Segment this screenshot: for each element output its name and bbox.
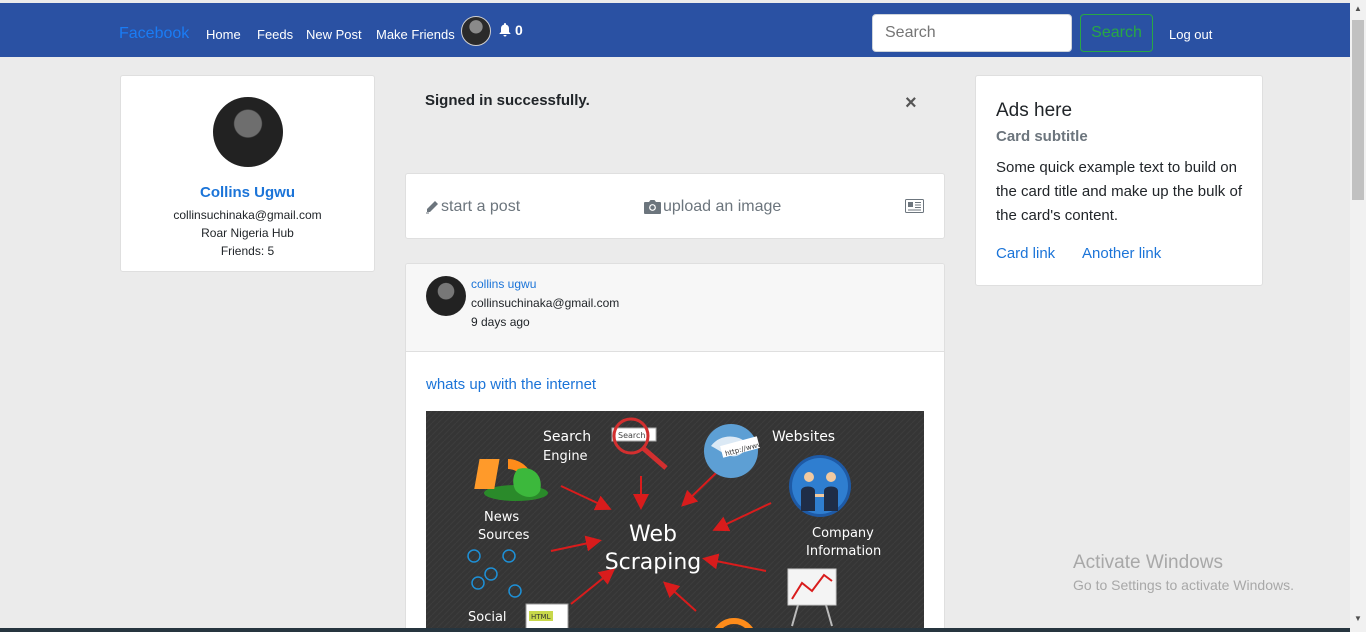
- image-label-company: Company: [812, 526, 874, 541]
- image-label-information: Information: [806, 544, 881, 559]
- post-header: collins ugwu collinsuchinaka@gmail.com 9…: [406, 264, 944, 352]
- post-title-link[interactable]: whats up with the internet: [426, 376, 596, 393]
- bell-icon: [499, 23, 511, 37]
- search-button[interactable]: Search: [1080, 14, 1153, 52]
- top-navbar: Facebook Home Feeds New Post Make Friend…: [0, 3, 1350, 57]
- ad-card: Ads here Card subtitle Some quick exampl…: [975, 75, 1263, 286]
- os-taskbar: [0, 628, 1350, 632]
- image-label-websites: Websites: [772, 429, 835, 445]
- profile-card: Collins Ugwu collinsuchinaka@gmail.com R…: [120, 75, 375, 272]
- page-scrollbar[interactable]: ▲ ▼: [1350, 0, 1366, 632]
- windows-activation-title: Activate Windows: [1073, 552, 1223, 573]
- post-composer: start a post upload an image: [405, 173, 945, 239]
- ad-card-link[interactable]: Card link: [996, 245, 1055, 262]
- image-label-scraping: Scraping: [605, 550, 702, 575]
- profile-friends-count: Friends: 5: [220, 244, 275, 258]
- ad-text: Some quick example text to build on the …: [996, 159, 1242, 224]
- nav-new-post-link[interactable]: New Post: [306, 27, 362, 42]
- newspaper-icon: [905, 199, 924, 213]
- upload-image-label: upload an image: [663, 198, 782, 215]
- profile-organization: Roar Nigeria Hub: [201, 226, 294, 240]
- start-post-button[interactable]: start a post: [425, 198, 520, 216]
- post-author-email: collinsuchinaka@gmail.com: [471, 296, 620, 310]
- image-label-news: News: [484, 510, 519, 525]
- flash-alert-message: Signed in successfully.: [425, 92, 590, 109]
- nav-feeds-link[interactable]: Feeds: [257, 27, 293, 42]
- windows-activation-subtitle: Go to Settings to activate Windows.: [1073, 577, 1294, 593]
- pencil-icon: [426, 201, 438, 214]
- alert-close-button[interactable]: ×: [905, 92, 917, 115]
- profile-name[interactable]: Collins Ugwu: [121, 184, 374, 201]
- image-label-search: Search: [543, 429, 591, 445]
- post-image: Web Scraping Search Engine Search http:/…: [426, 411, 924, 632]
- post-author-avatar[interactable]: [426, 276, 466, 316]
- post-timestamp: 9 days ago: [471, 315, 530, 329]
- nav-make-friends-link[interactable]: Make Friends: [376, 27, 455, 42]
- image-label-web: Web: [629, 522, 677, 547]
- user-avatar[interactable]: [461, 16, 491, 46]
- post-author-link[interactable]: collins ugwu: [471, 277, 536, 291]
- upload-image-button[interactable]: upload an image: [644, 198, 781, 216]
- article-button[interactable]: [905, 199, 924, 213]
- brand-link[interactable]: Facebook: [119, 25, 189, 43]
- scroll-up-arrow-icon[interactable]: ▲: [1354, 4, 1362, 13]
- profile-avatar: [213, 97, 283, 167]
- ad-subtitle: Card subtitle: [996, 128, 1088, 145]
- start-post-label: start a post: [441, 198, 521, 215]
- image-html-label: HTML: [531, 613, 551, 621]
- ad-another-link[interactable]: Another link: [1082, 245, 1161, 262]
- logout-link[interactable]: Log out: [1169, 27, 1212, 42]
- scrollbar-thumb[interactable]: [1352, 20, 1364, 200]
- scroll-down-arrow-icon[interactable]: ▼: [1354, 614, 1362, 623]
- notifications-button[interactable]: 0: [499, 22, 523, 38]
- image-search-box-label: Search: [618, 431, 645, 440]
- image-label-engine: Engine: [543, 449, 588, 464]
- post-card: collins ugwu collinsuchinaka@gmail.com 9…: [405, 263, 945, 632]
- profile-email: collinsuchinaka@gmail.com: [173, 208, 322, 222]
- image-label-sources: Sources: [478, 528, 530, 543]
- image-label-social: Social: [468, 610, 507, 625]
- notification-count: 0: [515, 22, 523, 38]
- search-input[interactable]: [872, 14, 1072, 52]
- camera-icon: [644, 200, 661, 214]
- ad-title: Ads here: [996, 100, 1073, 121]
- nav-home-link[interactable]: Home: [206, 27, 241, 42]
